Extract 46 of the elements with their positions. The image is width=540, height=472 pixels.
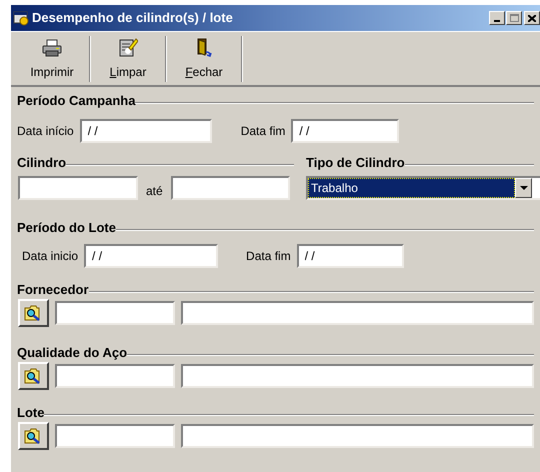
minimize-icon xyxy=(494,20,500,22)
field-label: até xyxy=(146,183,163,200)
search-button[interactable] xyxy=(18,362,49,390)
toolbar-clear-button[interactable]: Limpar xyxy=(92,36,164,82)
window-title: Desempenho de cilindro(s) / lote xyxy=(32,9,233,28)
date-field[interactable]: / / xyxy=(80,119,212,143)
close-icon xyxy=(528,14,536,22)
toolbar-close-button[interactable]: Fechar xyxy=(168,36,240,82)
maximize-icon xyxy=(510,14,518,22)
section-heading: Tipo de Cilindro xyxy=(306,154,405,172)
description-field[interactable] xyxy=(180,301,534,325)
dropdown[interactable]: Trabalho xyxy=(306,176,540,200)
text-field[interactable] xyxy=(18,176,138,200)
close-button[interactable] xyxy=(524,11,540,25)
date-field[interactable]: / / xyxy=(84,244,218,268)
code-field[interactable] xyxy=(54,364,175,388)
notepad-pencil-icon xyxy=(118,37,138,57)
field-label: Data fim xyxy=(240,123,286,140)
dropdown-arrow-icon xyxy=(520,186,528,190)
door-exit-icon xyxy=(196,37,212,57)
folder-search-icon xyxy=(24,368,42,384)
date-field[interactable]: / / xyxy=(296,244,404,268)
date-field[interactable]: / / xyxy=(291,119,400,143)
section-heading: Qualidade do Aço xyxy=(17,344,128,362)
field-label: Data fim xyxy=(246,248,291,265)
description-field[interactable] xyxy=(180,364,534,388)
section-heading: Período Campanha xyxy=(17,92,136,110)
section-heading: Período do Lote xyxy=(17,219,116,238)
code-field[interactable] xyxy=(54,424,175,448)
search-button[interactable] xyxy=(18,422,49,450)
text-field[interactable] xyxy=(170,176,290,200)
folder-search-icon xyxy=(24,428,42,444)
maximize-button[interactable] xyxy=(506,11,522,25)
minimize-button[interactable] xyxy=(489,11,505,25)
app-icon xyxy=(13,10,29,26)
section-heading: Fornecedor xyxy=(17,281,89,300)
field-label: Data inicio xyxy=(22,248,78,265)
folder-search-icon xyxy=(24,305,42,321)
section-heading: Lote xyxy=(17,404,44,422)
section-heading: Cilindro xyxy=(17,154,66,172)
field-label: Data início xyxy=(17,123,74,140)
description-field[interactable] xyxy=(180,424,534,448)
toolbar-print-button[interactable]: Imprimir xyxy=(16,36,88,82)
printer-icon xyxy=(42,39,62,57)
search-button[interactable] xyxy=(18,299,49,327)
code-field[interactable] xyxy=(54,301,175,325)
